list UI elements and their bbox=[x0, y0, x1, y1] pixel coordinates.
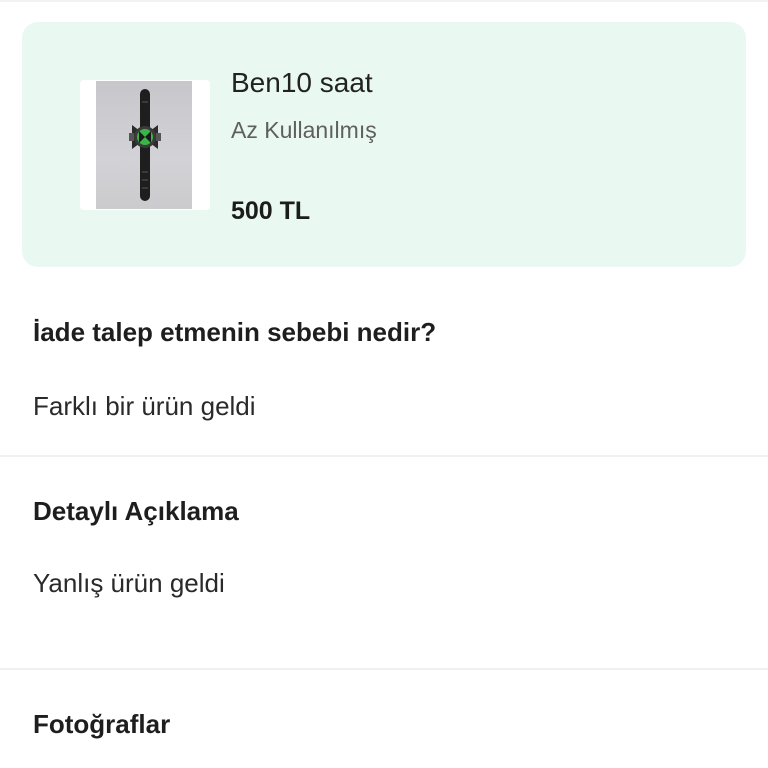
product-price: 500 TL bbox=[231, 197, 311, 225]
return-request-page: Ben10 saat Az Kullanılmış 500 TL İade ta… bbox=[0, 0, 768, 768]
product-condition: Az Kullanılmış bbox=[231, 117, 377, 143]
section-divider bbox=[0, 668, 768, 670]
product-title: Ben10 saat bbox=[231, 67, 373, 98]
description-value[interactable]: Yanlış ürün geldi bbox=[33, 567, 225, 599]
watch-product-photo bbox=[96, 81, 192, 209]
top-divider bbox=[0, 0, 768, 2]
product-thumbnail[interactable] bbox=[80, 80, 210, 210]
product-card[interactable]: Ben10 saat Az Kullanılmış 500 TL bbox=[22, 22, 746, 267]
photos-heading: Fotoğraflar bbox=[33, 709, 171, 739]
description-heading: Detaylı Açıklama bbox=[33, 496, 239, 526]
section-divider bbox=[0, 455, 768, 457]
return-reason-heading: İade talep etmenin sebebi nedir? bbox=[33, 317, 437, 347]
watch-icon bbox=[129, 89, 161, 201]
return-reason-value[interactable]: Farklı bir ürün geldi bbox=[33, 390, 256, 422]
